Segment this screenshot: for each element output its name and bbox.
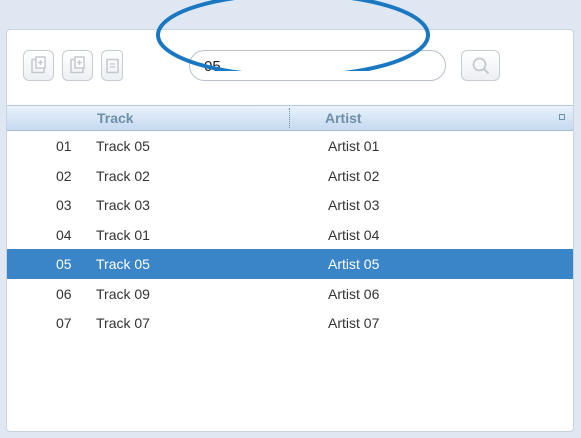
table-row[interactable]: 03 Track 03 Artist 03 — [7, 190, 573, 220]
track-title: Track 03 — [96, 197, 150, 213]
track-artist: Artist 02 — [328, 167, 380, 184]
track-title: Track 05 — [96, 138, 150, 154]
track-title: Track 02 — [96, 167, 150, 184]
track-title: Track 09 — [96, 285, 150, 302]
table-row[interactable]: 02 Track 02 Artist 02 — [7, 161, 573, 191]
track-number: 02 — [56, 167, 72, 184]
track-number: 06 — [56, 285, 72, 302]
table-row[interactable]: 07 Track 07 Artist 07 — [7, 308, 573, 338]
track-artist: Artist 07 — [328, 315, 380, 331]
track-title: Track 05 — [96, 256, 150, 272]
remove-track-button[interactable] — [101, 50, 123, 81]
table-header: Track Artist — [7, 105, 573, 131]
toolbar — [7, 30, 573, 105]
track-artist: Artist 04 — [328, 226, 380, 243]
track-number: 05 — [56, 256, 72, 272]
search-icon — [472, 57, 489, 74]
track-number: 01 — [56, 138, 72, 154]
table-row[interactable]: 01 Track 05 Artist 01 — [7, 131, 573, 161]
track-title: Track 01 — [96, 226, 150, 243]
track-panel: Track Artist 01 Track 05 Artist 01 02 Tr… — [6, 29, 574, 432]
table-row[interactable]: 04 Track 01 Artist 04 — [7, 220, 573, 250]
track-artist: Artist 03 — [328, 197, 380, 213]
add-track-button[interactable] — [23, 50, 54, 81]
file-icon — [105, 58, 119, 74]
track-number: 04 — [56, 226, 72, 243]
column-divider[interactable] — [289, 108, 291, 128]
track-number: 03 — [56, 197, 72, 213]
track-artist: Artist 06 — [328, 285, 380, 302]
search-input[interactable] — [204, 56, 424, 76]
add-folder-button[interactable] — [62, 50, 93, 81]
column-header-artist[interactable]: Artist — [325, 110, 362, 126]
track-artist: Artist 01 — [328, 138, 380, 154]
table-row-selected[interactable]: 05 Track 05 Artist 05 — [7, 249, 573, 279]
add-file-icon — [70, 56, 85, 74]
track-title: Track 07 — [96, 315, 150, 331]
track-list: 01 Track 05 Artist 01 02 Track 02 Artist… — [7, 131, 573, 338]
track-number: 07 — [56, 315, 72, 331]
column-header-track[interactable]: Track — [97, 110, 134, 126]
column-options-icon[interactable] — [559, 114, 565, 120]
track-artist: Artist 05 — [328, 256, 380, 272]
search-button[interactable] — [461, 50, 500, 81]
search-box[interactable] — [189, 50, 446, 81]
add-file-icon — [31, 56, 46, 74]
table-row[interactable]: 06 Track 09 Artist 06 — [7, 279, 573, 309]
